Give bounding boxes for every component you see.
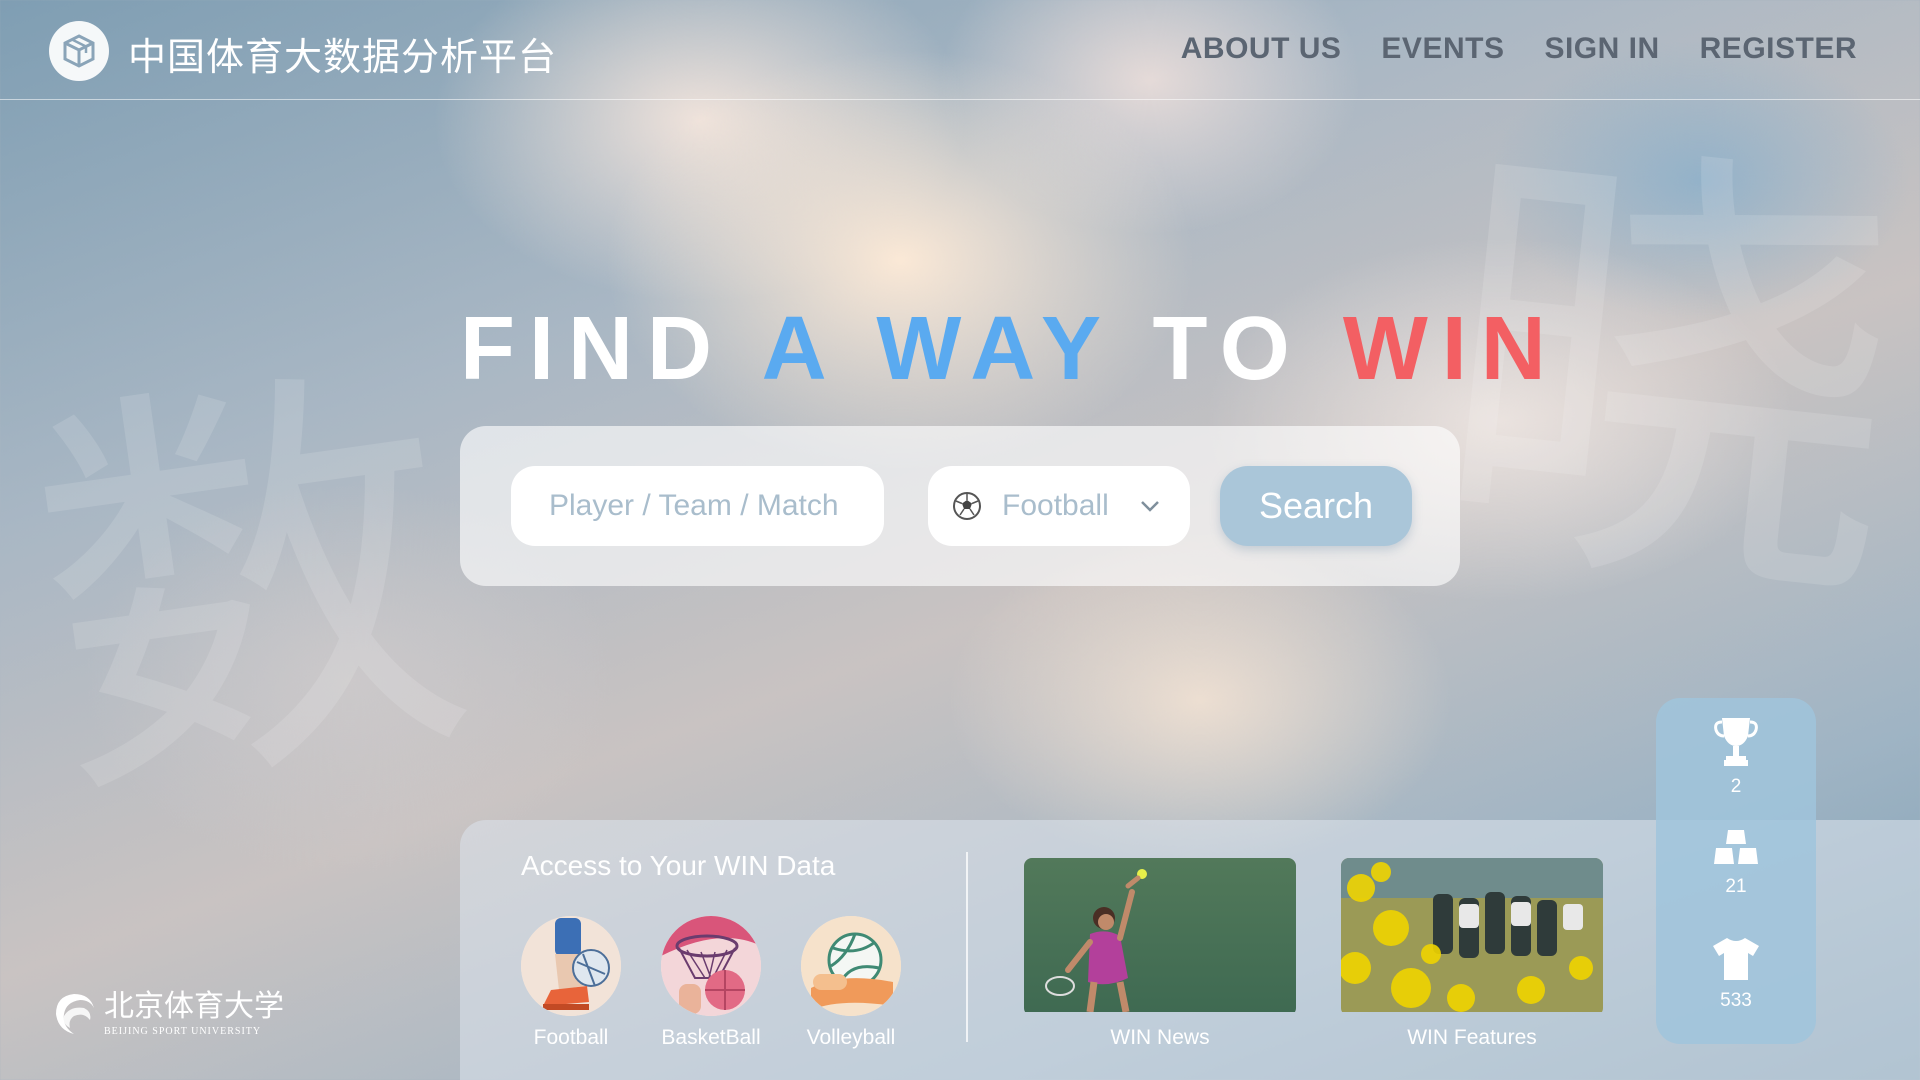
sport-card-football[interactable]: Football bbox=[511, 916, 631, 1050]
search-panel: Football Search bbox=[460, 426, 1460, 586]
stat-players[interactable]: 533 bbox=[1656, 936, 1816, 1012]
access-panel-title: Access to Your WIN Data bbox=[521, 850, 836, 881]
nav-register[interactable]: REGISTER bbox=[1700, 32, 1857, 66]
stat-trophies[interactable]: 2 bbox=[1656, 716, 1816, 798]
trophy-icon bbox=[1714, 718, 1758, 766]
sport-card-label: Football bbox=[533, 1026, 609, 1049]
media-card-label: WIN Features bbox=[1407, 1026, 1537, 1049]
media-card-features[interactable]: WIN Features bbox=[1341, 858, 1603, 1050]
university-name-cn: 北京体育大学 bbox=[104, 988, 284, 1024]
main-nav: ABOUT US EVENTS SIGN IN REGISTER bbox=[1181, 32, 1857, 66]
hero-word-find: FIND bbox=[460, 299, 726, 399]
stat-medals[interactable]: 21 bbox=[1656, 828, 1816, 898]
nav-sign-in[interactable]: SIGN IN bbox=[1544, 32, 1659, 66]
stat-value-trophies: 2 bbox=[1730, 776, 1742, 797]
hero-title: FIND A WAY TO WIN bbox=[460, 298, 1560, 401]
site-title: 中国体育大数据分析平台 bbox=[128, 35, 558, 79]
nav-events[interactable]: EVENTS bbox=[1381, 32, 1504, 66]
search-button[interactable]: Search bbox=[1220, 466, 1412, 546]
soccer-ball-icon bbox=[953, 492, 981, 520]
search-input[interactable] bbox=[511, 466, 884, 546]
sport-select-value: Football bbox=[1002, 489, 1109, 522]
jersey-icon bbox=[1713, 938, 1759, 980]
nav-about-us[interactable]: ABOUT US bbox=[1181, 32, 1342, 66]
sport-card-label: BasketBall bbox=[661, 1026, 761, 1049]
sport-card-volleyball[interactable]: Volleyball bbox=[791, 916, 911, 1050]
news-thumbnail bbox=[1024, 858, 1296, 1016]
university-name-en: BEIJING SPORT UNIVERSITY bbox=[104, 1025, 262, 1037]
stats-panel: 2 21 533 bbox=[1656, 698, 1816, 1044]
media-card-label: WIN News bbox=[1110, 1026, 1210, 1049]
site-logo[interactable] bbox=[49, 21, 109, 81]
stat-value-players: 533 bbox=[1720, 990, 1752, 1011]
hero-word-win: WIN bbox=[1342, 299, 1560, 399]
stat-value-medals: 21 bbox=[1725, 876, 1747, 897]
volleyball-icon bbox=[801, 916, 901, 1016]
features-thumbnail bbox=[1341, 858, 1603, 1016]
hero-word-a-way: A WAY bbox=[761, 299, 1114, 399]
top-header: 中国体育大数据分析平台 ABOUT US EVENTS SIGN IN REGI… bbox=[0, 0, 1920, 100]
hero-word-to: TO bbox=[1152, 299, 1304, 399]
sport-select[interactable]: Football bbox=[928, 466, 1190, 546]
football-icon bbox=[521, 916, 621, 1016]
watermark-calligraphy-left: 数 bbox=[7, 318, 492, 861]
sport-card-basketball[interactable]: BasketBall bbox=[651, 916, 771, 1050]
chevron-down-icon bbox=[1141, 501, 1159, 512]
cube-logo-icon bbox=[63, 34, 95, 68]
panel-divider bbox=[966, 852, 968, 1042]
university-logo: 北京体育大学 BEIJING SPORT UNIVERSITY bbox=[50, 990, 284, 1038]
university-emblem-icon bbox=[56, 994, 94, 1034]
media-card-news[interactable]: WIN News bbox=[1024, 858, 1296, 1050]
basketball-icon bbox=[661, 916, 761, 1016]
medal-stack-icon bbox=[1714, 830, 1758, 864]
sport-card-label: Volleyball bbox=[806, 1026, 896, 1049]
